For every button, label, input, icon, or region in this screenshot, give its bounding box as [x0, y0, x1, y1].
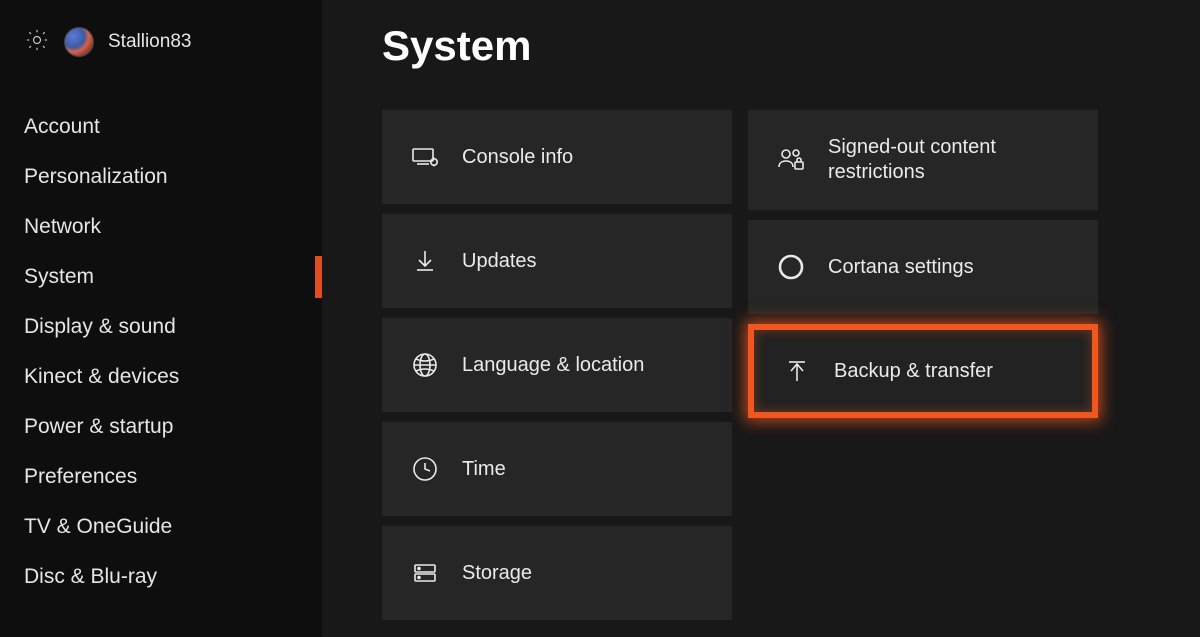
tile-cortana-settings[interactable]: Cortana settings — [748, 220, 1098, 314]
sidebar-item-label: System — [24, 265, 94, 289]
sidebar-item-label: TV & OneGuide — [24, 515, 172, 539]
globe-icon — [410, 351, 440, 379]
sidebar-item-network[interactable]: Network — [0, 202, 322, 252]
tile-label: Updates — [462, 249, 537, 274]
avatar[interactable] — [64, 27, 94, 57]
clock-icon — [410, 455, 440, 483]
sidebar-item-label: Display & sound — [24, 315, 176, 339]
tile-label: Cortana settings — [828, 255, 974, 280]
tile-language-location[interactable]: Language & location — [382, 318, 732, 412]
user-row: Stallion83 — [0, 22, 322, 62]
sidebar-item-label: Kinect & devices — [24, 365, 179, 389]
tile-label: Storage — [462, 561, 532, 586]
sidebar-item-label: Account — [24, 115, 100, 139]
sidebar-item-label: Preferences — [24, 465, 137, 489]
sidebar: Stallion83 Account Personalization Netwo… — [0, 0, 322, 637]
sidebar-item-account[interactable]: Account — [0, 102, 322, 152]
people-lock-icon — [776, 145, 806, 175]
sidebar-item-disc-bluray[interactable]: Disc & Blu-ray — [0, 552, 322, 602]
tile-label: Console info — [462, 145, 573, 170]
sidebar-nav: Account Personalization Network System D… — [0, 102, 322, 602]
page-title: System — [382, 22, 1200, 70]
sidebar-item-kinect-devices[interactable]: Kinect & devices — [0, 352, 322, 402]
settings-gear-icon[interactable] — [24, 27, 50, 58]
sidebar-item-label: Power & startup — [24, 415, 173, 439]
sidebar-item-label: Disc & Blu-ray — [24, 565, 157, 589]
tile-label: Time — [462, 457, 506, 482]
monitor-gear-icon — [410, 142, 440, 172]
sidebar-item-display-sound[interactable]: Display & sound — [0, 302, 322, 352]
sidebar-item-label: Network — [24, 215, 101, 239]
sidebar-item-label: Personalization — [24, 165, 168, 189]
tile-console-info[interactable]: Console info — [382, 110, 732, 204]
sidebar-item-system[interactable]: System — [0, 252, 322, 302]
main-panel: System Console info Updates Language — [322, 0, 1200, 637]
tile-label: Signed-out content restrictions — [828, 135, 1058, 185]
sidebar-item-tv-oneguide[interactable]: TV & OneGuide — [0, 502, 322, 552]
tile-label: Backup & transfer — [834, 359, 993, 384]
tile-signed-out-restrictions[interactable]: Signed-out content restrictions — [748, 110, 1098, 210]
sidebar-item-power-startup[interactable]: Power & startup — [0, 402, 322, 452]
tile-grid: Console info Updates Language & location… — [382, 110, 1200, 620]
user-name: Stallion83 — [108, 31, 191, 53]
tile-column-2: Signed-out content restrictions Cortana … — [748, 110, 1098, 620]
tile-label: Language & location — [462, 353, 644, 378]
tile-column-1: Console info Updates Language & location… — [382, 110, 732, 620]
download-icon — [410, 247, 440, 275]
tile-time[interactable]: Time — [382, 422, 732, 516]
sidebar-item-personalization[interactable]: Personalization — [0, 152, 322, 202]
tile-backup-transfer[interactable]: Backup & transfer — [748, 324, 1098, 418]
upload-icon — [782, 357, 812, 385]
sidebar-item-preferences[interactable]: Preferences — [0, 452, 322, 502]
drive-icon — [410, 559, 440, 587]
tile-storage[interactable]: Storage — [382, 526, 732, 620]
tile-updates[interactable]: Updates — [382, 214, 732, 308]
ring-icon — [776, 253, 806, 281]
